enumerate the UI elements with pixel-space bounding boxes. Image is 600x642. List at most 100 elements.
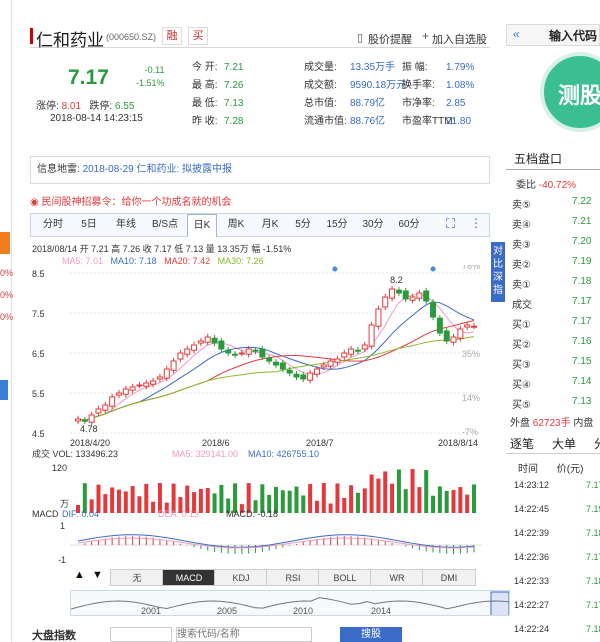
settings-icon[interactable]: ⋮ bbox=[470, 216, 482, 230]
tab-tick[interactable]: 逐笔 bbox=[510, 435, 534, 452]
indicator-tab-1[interactable]: MACD bbox=[162, 569, 216, 586]
tab-big-order[interactable]: 大单 bbox=[552, 435, 576, 452]
candle-body bbox=[143, 382, 150, 387]
indicator-tab-5[interactable]: WR bbox=[370, 569, 424, 586]
kline-close: 收 7.17 bbox=[142, 244, 172, 254]
tab-10[interactable]: 60分 bbox=[393, 214, 425, 236]
weibi-label: 委比 bbox=[516, 180, 536, 191]
volume-bar bbox=[301, 495, 306, 513]
tab-3[interactable]: B/S点 bbox=[147, 214, 183, 236]
indicator-tab-2[interactable]: KDJ bbox=[214, 569, 268, 586]
order-price: 7.18 bbox=[572, 276, 592, 287]
volume-bar bbox=[280, 490, 285, 513]
order-level: 买① bbox=[512, 320, 531, 331]
stock-search-input[interactable] bbox=[176, 627, 312, 642]
tab-more[interactable]: 分 bbox=[594, 435, 600, 452]
weibi-value: -40.72% bbox=[538, 180, 577, 191]
volume-bar bbox=[376, 478, 381, 513]
tab-4[interactable]: 日K bbox=[187, 214, 217, 237]
volume-info: 成交 VOL: 133496.23 bbox=[32, 448, 118, 459]
header-accent bbox=[30, 28, 33, 44]
order-book-row: 卖① 7.18 bbox=[510, 272, 600, 292]
ad-circle[interactable]: 测股 bbox=[540, 52, 600, 132]
candle-body bbox=[423, 290, 430, 302]
order-level: 卖④ bbox=[512, 220, 531, 231]
strip-tab-blue[interactable] bbox=[0, 380, 8, 400]
candle-body bbox=[279, 362, 286, 370]
trade-time: 14:22:45 bbox=[514, 504, 550, 514]
candle-body bbox=[382, 296, 389, 308]
y-tick: 5.5 bbox=[32, 389, 45, 399]
indicator-tab-6[interactable]: DMI bbox=[422, 569, 476, 586]
order-book-tab[interactable]: 五档盘口 bbox=[514, 150, 562, 167]
macd-title: MACD bbox=[32, 509, 59, 519]
trade-row: 14:22:27 7.17 bbox=[510, 594, 600, 618]
tab-9[interactable]: 30分 bbox=[357, 214, 389, 236]
candle-body bbox=[409, 296, 416, 301]
volume-bar bbox=[110, 487, 115, 513]
stock-code: (000650.SZ) bbox=[106, 32, 157, 42]
indicator-tab-3[interactable]: RSI bbox=[266, 569, 320, 586]
indicator-tab-0[interactable]: 无 bbox=[110, 569, 164, 586]
tab-8[interactable]: 15分 bbox=[321, 214, 353, 236]
candle-body bbox=[102, 404, 109, 411]
order-level: 买② bbox=[512, 340, 531, 351]
order-book-row: 买② 7.16 bbox=[510, 332, 600, 352]
order-price: 7.15 bbox=[572, 356, 592, 367]
event-dot[interactable] bbox=[430, 266, 436, 272]
buy-button[interactable]: 买 bbox=[188, 27, 208, 45]
candle-body bbox=[170, 360, 177, 371]
order-book-row: 成交 7.17 bbox=[510, 292, 600, 312]
trade-row: 14:22:36 7.17 bbox=[510, 546, 600, 570]
promo-text[interactable]: 民间股神招募令：给你一个功成名就的机会 bbox=[42, 197, 232, 208]
tab-1[interactable]: 5日 bbox=[73, 214, 105, 236]
strip-tab-orange[interactable] bbox=[0, 232, 10, 254]
candle-body bbox=[115, 392, 122, 396]
right-panel: « 输入代码 测股 五档盘口 委比 -40.72% 卖⑤ 7.22 卖④ 7.21 卖③… bbox=[498, 0, 600, 642]
candle-body bbox=[368, 324, 375, 347]
code-input-header[interactable]: « 输入代码 bbox=[506, 24, 600, 46]
history-overview[interactable]: 2001 2005 2010 2014 bbox=[70, 590, 510, 616]
candle-body bbox=[197, 340, 204, 344]
price-alert-link[interactable]: 股价提醒 bbox=[368, 31, 412, 47]
tab-5[interactable]: 周K bbox=[221, 214, 251, 236]
outer-value: 62723手 bbox=[532, 418, 571, 429]
inner-label: 内盘 bbox=[573, 418, 594, 429]
y-tick: 6.5 bbox=[32, 349, 45, 359]
event-dot[interactable] bbox=[332, 266, 338, 272]
outer-label: 外盘 bbox=[510, 418, 530, 429]
news-bar[interactable]: 信息地雷: 2018-08-29 仁和药业: 拟披露中报 bbox=[30, 156, 490, 184]
search-button[interactable]: 搜股 bbox=[340, 627, 402, 642]
market-select[interactable] bbox=[110, 627, 172, 642]
plus-icon: + bbox=[422, 29, 430, 43]
collapse-icon[interactable]: « bbox=[513, 27, 520, 41]
tab-2[interactable]: 年线 bbox=[109, 214, 143, 236]
volume-bar bbox=[205, 487, 210, 513]
fullscreen-icon[interactable]: ⛶ bbox=[446, 216, 455, 232]
ad-text: 测股 bbox=[558, 83, 600, 108]
candle-body bbox=[286, 369, 293, 374]
margin-tag-button[interactable]: 融 bbox=[162, 27, 182, 45]
quote-value: 88.76亿 bbox=[350, 116, 386, 127]
commission-ratio: 委比 -40.72% bbox=[516, 176, 576, 191]
add-favorite-link[interactable]: 加入自选股 bbox=[432, 31, 487, 47]
volume-bar bbox=[403, 489, 408, 513]
trade-time: 14:22:36 bbox=[514, 552, 550, 562]
volume-bar bbox=[328, 503, 333, 513]
news-text[interactable]: 仁和药业: 拟披露中报 bbox=[137, 164, 233, 175]
candle-body bbox=[375, 308, 382, 327]
indicator-tab-4[interactable]: BOLL bbox=[318, 569, 372, 586]
macd-tick: 1 bbox=[60, 521, 65, 531]
tab-0[interactable]: 分时 bbox=[37, 214, 69, 236]
order-price: 7.17 bbox=[572, 316, 592, 327]
trade-tabs: 逐笔 大单 分 bbox=[506, 432, 600, 454]
candle-body bbox=[300, 374, 307, 380]
quote-value: 1.79% bbox=[446, 62, 475, 73]
tab-6[interactable]: 月K bbox=[255, 214, 285, 236]
promo-banner[interactable]: ◉ 民间股神招募令：给你一个功成名就的机会 bbox=[30, 193, 232, 208]
kline-chart[interactable]: 8.5 7.5 6.5 5.5 4.5 76% 35% 14% -7% 4.78 8.2 2018/4… bbox=[30, 265, 490, 565]
tab-7[interactable]: 5分 bbox=[289, 214, 317, 236]
volume-bar bbox=[314, 500, 319, 513]
volume-bar bbox=[390, 483, 395, 513]
candle-body bbox=[95, 408, 102, 414]
